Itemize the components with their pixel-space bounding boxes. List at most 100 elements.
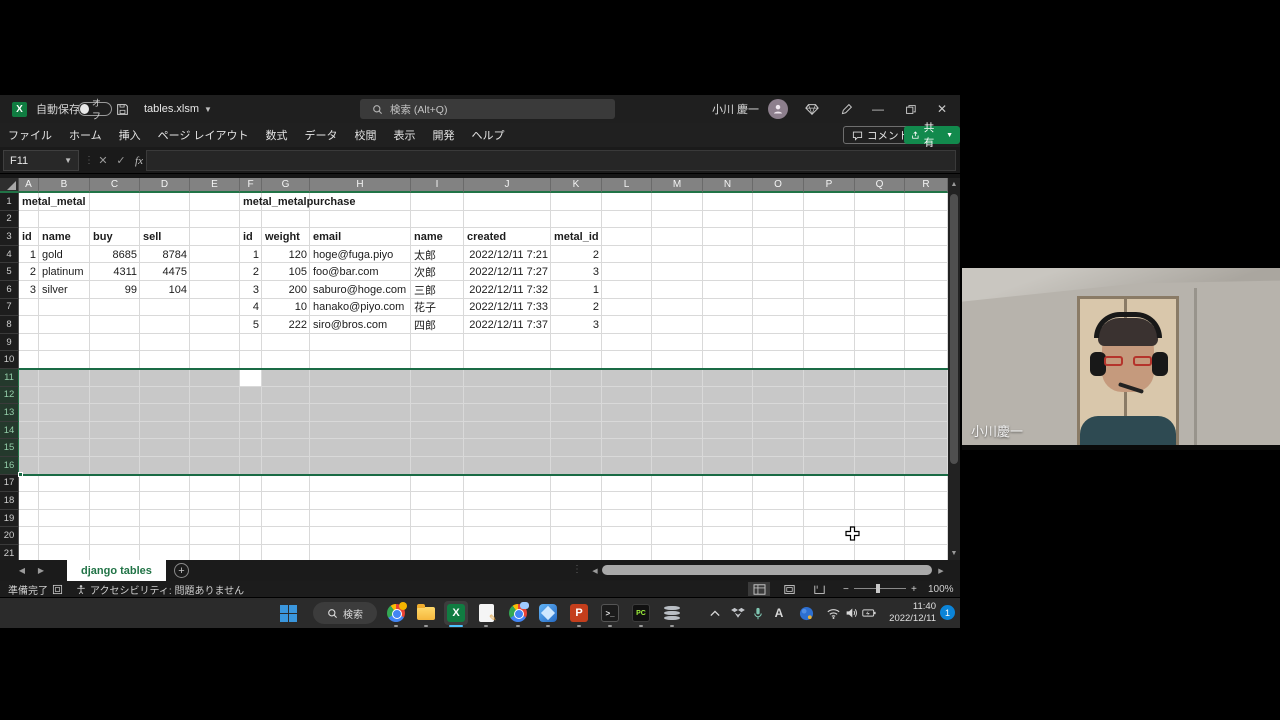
row-header-3[interactable]: 3 <box>0 228 19 246</box>
cell-C5[interactable]: 4311 <box>90 263 140 281</box>
file-explorer-icon[interactable] <box>414 601 438 625</box>
ribbon-tab[interactable]: 表示 <box>394 127 416 143</box>
column-header-J[interactable]: J <box>464 178 551 193</box>
column-header-L[interactable]: L <box>602 178 652 193</box>
dropbox-icon[interactable] <box>728 598 748 628</box>
column-header-H[interactable]: H <box>310 178 411 193</box>
notification-badge[interactable]: 1 <box>940 605 955 620</box>
column-header-P[interactable]: P <box>804 178 855 193</box>
chrome-secondary-icon[interactable] <box>506 601 530 625</box>
taskbar-clock[interactable]: 11:40 2022/12/11 <box>878 601 936 625</box>
horizontal-scrollbar[interactable]: ◀ ▶ <box>590 564 946 577</box>
sheet-tab-django-tables[interactable]: django tables <box>67 560 166 581</box>
cell-K7[interactable]: 2 <box>551 299 602 317</box>
ribbon-tab[interactable]: 数式 <box>266 127 288 143</box>
sheet-nav-prev-icon[interactable]: ◀ <box>14 560 30 581</box>
zoom-level[interactable]: 100% <box>928 581 954 597</box>
row-header-14[interactable]: 14 <box>0 422 19 440</box>
wifi-icon[interactable] <box>824 598 842 628</box>
column-header-E[interactable]: E <box>190 178 240 193</box>
row-header-20[interactable]: 20 <box>0 527 19 545</box>
horizontal-scroll-thumb[interactable] <box>602 565 932 575</box>
scroll-up-icon[interactable]: ▲ <box>948 178 960 191</box>
ribbon-tab[interactable]: ページ レイアウト <box>158 127 249 143</box>
chrome-icon[interactable] <box>384 601 408 625</box>
sheet-nav-next-icon[interactable]: ▶ <box>33 560 49 581</box>
cell-D6[interactable]: 104 <box>140 281 190 299</box>
scroll-left-icon[interactable]: ◀ <box>590 564 600 577</box>
accessibility-status[interactable]: アクセシビリティ: 問題ありません <box>76 581 244 597</box>
row-header-16[interactable]: 16 <box>0 457 19 475</box>
row-header-15[interactable]: 15 <box>0 439 19 457</box>
cell-K5[interactable]: 3 <box>551 263 602 281</box>
database-icon[interactable] <box>660 601 684 625</box>
account-name[interactable]: 小川 慶一 <box>712 95 759 123</box>
row-header-18[interactable]: 18 <box>0 492 19 510</box>
workbook-title[interactable]: tables.xlsm▼ <box>144 95 212 123</box>
taskbar-search[interactable]: 検索 <box>313 602 377 624</box>
cell-J5[interactable]: 2022/12/11 7:27 <box>464 263 551 281</box>
autosave-toggle[interactable]: オフ <box>78 95 112 123</box>
column-header-B[interactable]: B <box>39 178 90 193</box>
ribbon-tab[interactable]: データ <box>305 127 338 143</box>
restore-button[interactable] <box>898 95 922 123</box>
row-header-19[interactable]: 19 <box>0 510 19 528</box>
cell-F1[interactable]: metal_metalpurchase <box>240 193 440 211</box>
column-header-K[interactable]: K <box>551 178 602 193</box>
macro-record-icon[interactable] <box>52 581 63 597</box>
zoom-in-icon[interactable]: + <box>911 581 917 597</box>
cell-F6[interactable]: 3 <box>240 281 262 299</box>
cell-F7[interactable]: 4 <box>240 299 262 317</box>
cell-A4[interactable]: 1 <box>19 246 39 264</box>
row-header-9[interactable]: 9 <box>0 334 19 352</box>
battery-icon[interactable] <box>860 598 878 628</box>
cell-F8[interactable]: 5 <box>240 316 262 334</box>
cell-J7[interactable]: 2022/12/11 7:33 <box>464 299 551 317</box>
row-header-8[interactable]: 8 <box>0 316 19 334</box>
page-layout-view-icon[interactable] <box>778 582 800 596</box>
windows-start-icon[interactable] <box>276 601 300 625</box>
row-header-10[interactable]: 10 <box>0 351 19 369</box>
cell-G6[interactable]: 200 <box>262 281 310 299</box>
cell-F4[interactable]: 1 <box>240 246 262 264</box>
ribbon-tab[interactable]: ファイル <box>8 127 52 143</box>
premium-diamond-icon[interactable] <box>800 95 824 123</box>
ribbon-tab[interactable]: ヘルプ <box>472 127 505 143</box>
microphone-icon[interactable] <box>750 598 766 628</box>
column-header-D[interactable]: D <box>140 178 190 193</box>
cell-K4[interactable]: 2 <box>551 246 602 264</box>
search-input[interactable]: 検索 (Alt+Q) <box>360 99 615 119</box>
row-header-1[interactable]: 1 <box>0 193 19 211</box>
cell-J4[interactable]: 2022/12/11 7:21 <box>464 246 551 264</box>
cell-C6[interactable]: 99 <box>90 281 140 299</box>
row-header-21[interactable]: 21 <box>0 545 19 560</box>
cell-J6[interactable]: 2022/12/11 7:32 <box>464 281 551 299</box>
cell-A6[interactable]: 3 <box>19 281 39 299</box>
scroll-right-icon[interactable]: ▶ <box>936 564 946 577</box>
cell-G4[interactable]: 120 <box>262 246 310 264</box>
cancel-entry-icon[interactable]: ✕ <box>94 151 112 170</box>
minimize-button[interactable]: — <box>866 95 890 123</box>
formula-input[interactable] <box>146 150 956 171</box>
cell-G8[interactable]: 222 <box>262 316 310 334</box>
column-header-C[interactable]: C <box>90 178 140 193</box>
cell-A1[interactable]: metal_metal <box>19 193 219 211</box>
ribbon-tab[interactable]: 開発 <box>433 127 455 143</box>
sheet-area[interactable]: ABCDEFGHIJKLMNOPQR1234567891011121314151… <box>0 178 948 560</box>
row-header-7[interactable]: 7 <box>0 299 19 317</box>
zoom-out-icon[interactable]: − <box>843 581 849 597</box>
terminal-icon[interactable]: >_ <box>598 601 622 625</box>
column-header-Q[interactable]: Q <box>855 178 905 193</box>
cell-C4[interactable]: 8685 <box>90 246 140 264</box>
column-header-A[interactable]: A <box>19 178 39 193</box>
normal-view-icon[interactable] <box>748 582 770 596</box>
column-header-R[interactable]: R <box>905 178 948 193</box>
notepad-icon[interactable] <box>474 601 498 625</box>
vertical-scrollbar[interactable]: ▲ ▼ <box>948 178 960 560</box>
close-button[interactable]: ✕ <box>930 95 954 123</box>
row-header-4[interactable]: 4 <box>0 246 19 264</box>
photos-icon[interactable] <box>536 601 560 625</box>
scroll-down-icon[interactable]: ▼ <box>948 547 960 560</box>
select-all-corner[interactable] <box>0 178 19 193</box>
blue-sphere-icon[interactable] <box>796 598 816 628</box>
